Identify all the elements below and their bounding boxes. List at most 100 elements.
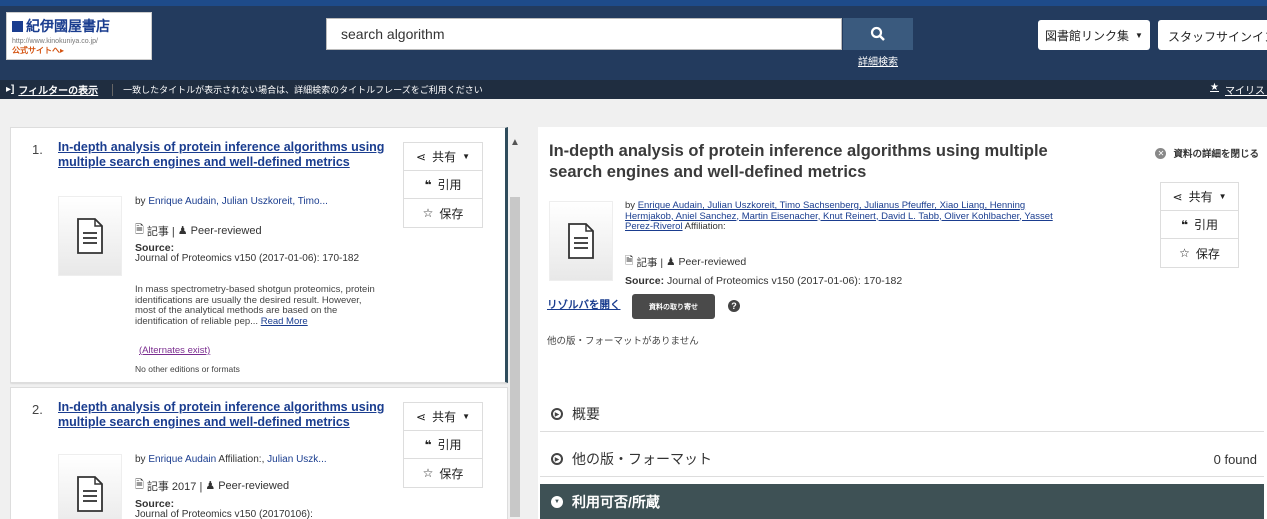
logo-mark-icon (12, 20, 23, 32)
show-filters-toggle[interactable]: ▸] フィルターの表示 (6, 82, 98, 97)
result-item[interactable]: 1. In-depth analysis of protein inferenc… (10, 127, 508, 383)
other-editions-text: No other editions or formats (135, 364, 240, 374)
cite-label: 引用 (437, 438, 462, 452)
article-icon: 🗎 (135, 224, 144, 236)
result-type: 🗎 記事 2017 | ♟ Peer-reviewed (135, 476, 289, 495)
logo-name: 紀伊國屋書店 (26, 19, 110, 35)
result-title-link[interactable]: In-depth analysis of protein inference a… (58, 400, 388, 430)
quote-icon: ❝ (424, 177, 432, 192)
filter-bar: ▸] フィルターの表示 一致したタイトルが表示されない場合は、詳細検索のタイトル… (0, 80, 1267, 99)
peer-reviewed-label: Peer-reviewed (678, 256, 747, 268)
author-links[interactable]: Enrique Audain, Julian Uszkoreit, Timo..… (148, 196, 328, 207)
result-number: 2. (32, 402, 43, 417)
save-button[interactable]: ☆ 保存 (404, 459, 482, 487)
caret-down-icon: ▼ (1135, 30, 1143, 40)
document-icon (77, 476, 103, 512)
peer-reviewed-icon: ♟ (177, 225, 188, 237)
close-detail-button[interactable]: ✕ 資料の詳細を閉じる (1155, 146, 1259, 160)
source-text: Journal of Proteomics v150 (2017-01-06):… (664, 275, 903, 287)
section-label: 利用可否/所蔵 (572, 493, 660, 510)
share-button[interactable]: ⋖ 共有 ▼ (404, 143, 482, 171)
save-label: 保存 (439, 466, 464, 481)
search-button[interactable] (843, 18, 913, 50)
result-item[interactable]: 2. In-depth analysis of protein inferenc… (10, 387, 508, 519)
save-button[interactable]: ☆ 保存 (404, 199, 482, 227)
detail-source: Source: Journal of Proteomics v150 (2017… (625, 275, 902, 287)
document-thumbnail[interactable] (58, 454, 122, 519)
results-scrollbar[interactable]: ▲ (508, 127, 522, 519)
link-resolver-link[interactable]: リゾルバを開く (547, 297, 621, 312)
cite-label: 引用 (1194, 218, 1219, 232)
close-icon: ✕ (1155, 147, 1167, 159)
document-thumbnail[interactable] (549, 201, 613, 281)
top-bar: 紀伊國屋書店 http://www.kinokuniya.co.jp/ 公式サイ… (0, 0, 1267, 80)
detail-authors: by Enrique Audain, Julian Uszkoreit, Tim… (625, 200, 1055, 233)
help-icon[interactable]: ? (728, 300, 740, 312)
expand-circle-icon: ▶ (551, 453, 563, 465)
logo-url: http://www.kinokuniya.co.jp/ (12, 38, 98, 45)
filter-hint-message: 一致したタイトルが表示されない場合は、詳細検索のタイトルフレーズをご利用ください (123, 85, 483, 95)
advanced-search-link[interactable]: 詳細検索 (843, 53, 913, 68)
request-item-button[interactable]: 資料の取り寄せ (632, 294, 715, 319)
peer-reviewed-label: Peer-reviewed (218, 479, 290, 492)
search-input[interactable]: search algorithm (326, 18, 842, 50)
peer-reviewed-label: Peer-reviewed (190, 224, 262, 237)
type-label: 記事 2017 | (146, 480, 203, 493)
article-icon: 🗎 (625, 255, 634, 267)
expand-circle-icon: ▶ (551, 408, 563, 420)
detail-panel: In-depth analysis of protein inference a… (538, 127, 1267, 519)
section-availability[interactable]: ▼ 利用可否/所蔵 (540, 484, 1264, 519)
affiliation-text: Affiliation:, (216, 454, 268, 465)
document-icon (77, 218, 103, 254)
result-actions: ⋖ 共有 ▼ ❝ 引用 ☆ 保存 (403, 402, 483, 488)
my-list-label: マイリスト (1225, 86, 1267, 97)
document-thumbnail[interactable] (58, 196, 122, 276)
no-other-editions-text: 他の版・フォーマットがありません (547, 336, 699, 347)
by-prefix: by (135, 454, 146, 465)
caret-down-icon: ▼ (1218, 192, 1227, 201)
section-label: 他の版・フォーマット (572, 451, 712, 467)
cite-button[interactable]: ❝ 引用 (1161, 211, 1238, 239)
read-more-link[interactable]: Read More (261, 316, 308, 327)
library-links-dropdown[interactable]: 図書館リンク集 ▼ (1038, 20, 1150, 50)
cite-button[interactable]: ❝ 引用 (404, 431, 482, 459)
staff-signin-button[interactable]: スタッフサインイン (1158, 20, 1267, 50)
author-link[interactable]: Julian Uszk... (267, 454, 326, 465)
document-icon (568, 223, 594, 259)
share-icon: ⋖ (1172, 189, 1183, 204)
quote-icon: ❝ (1180, 217, 1189, 232)
collapse-circle-icon: ▼ (551, 495, 563, 508)
alternates-link[interactable]: (Alternates exist) (139, 345, 210, 356)
divider (112, 83, 114, 96)
quote-icon: ❝ (424, 437, 432, 452)
section-summary[interactable]: ▶ 概要 (540, 397, 1264, 432)
share-button[interactable]: ⋖ 共有 ▼ (1161, 183, 1238, 211)
caret-down-icon: ▼ (462, 152, 470, 161)
search-icon (870, 26, 885, 41)
author-link[interactable]: Enrique Audain (148, 454, 216, 465)
scrollbar-thumb[interactable] (510, 197, 520, 517)
star-outline-icon: ☆ (1179, 246, 1190, 260)
cite-label: 引用 (437, 178, 462, 192)
kinokuniya-logo[interactable]: 紀伊國屋書店 http://www.kinokuniya.co.jp/ 公式サイ… (6, 12, 152, 60)
result-title-link[interactable]: In-depth analysis of protein inference a… (58, 140, 388, 170)
results-list: 1. In-depth analysis of protein inferenc… (10, 127, 530, 519)
close-detail-label: 資料の詳細を閉じる (1173, 149, 1259, 160)
star-outline-icon: ☆ (422, 206, 434, 220)
share-icon: ⋖ (416, 409, 427, 424)
section-other-editions[interactable]: ▶ 他の版・フォーマット 0 found (540, 442, 1264, 477)
share-label: 共有 (432, 410, 457, 424)
star-icon: ★ (1210, 82, 1219, 93)
detail-title: In-depth analysis of protein inference a… (549, 142, 1048, 181)
save-button[interactable]: ☆ 保存 (1161, 239, 1238, 267)
result-authors: by Enrique Audain, Julian Uszkoreit, Tim… (135, 196, 328, 207)
save-label: 保存 (439, 206, 464, 221)
cite-button[interactable]: ❝ 引用 (404, 171, 482, 199)
type-label: 記事 | (636, 256, 664, 269)
share-label: 共有 (432, 150, 457, 164)
official-site-link[interactable]: 公式サイトへ▸ (12, 45, 146, 56)
my-list-link[interactable]: ★ マイリスト (1210, 82, 1267, 97)
share-button[interactable]: ⋖ 共有 ▼ (404, 403, 482, 431)
share-icon: ⋖ (416, 149, 427, 164)
scroll-up-icon[interactable]: ▲ (510, 137, 520, 148)
